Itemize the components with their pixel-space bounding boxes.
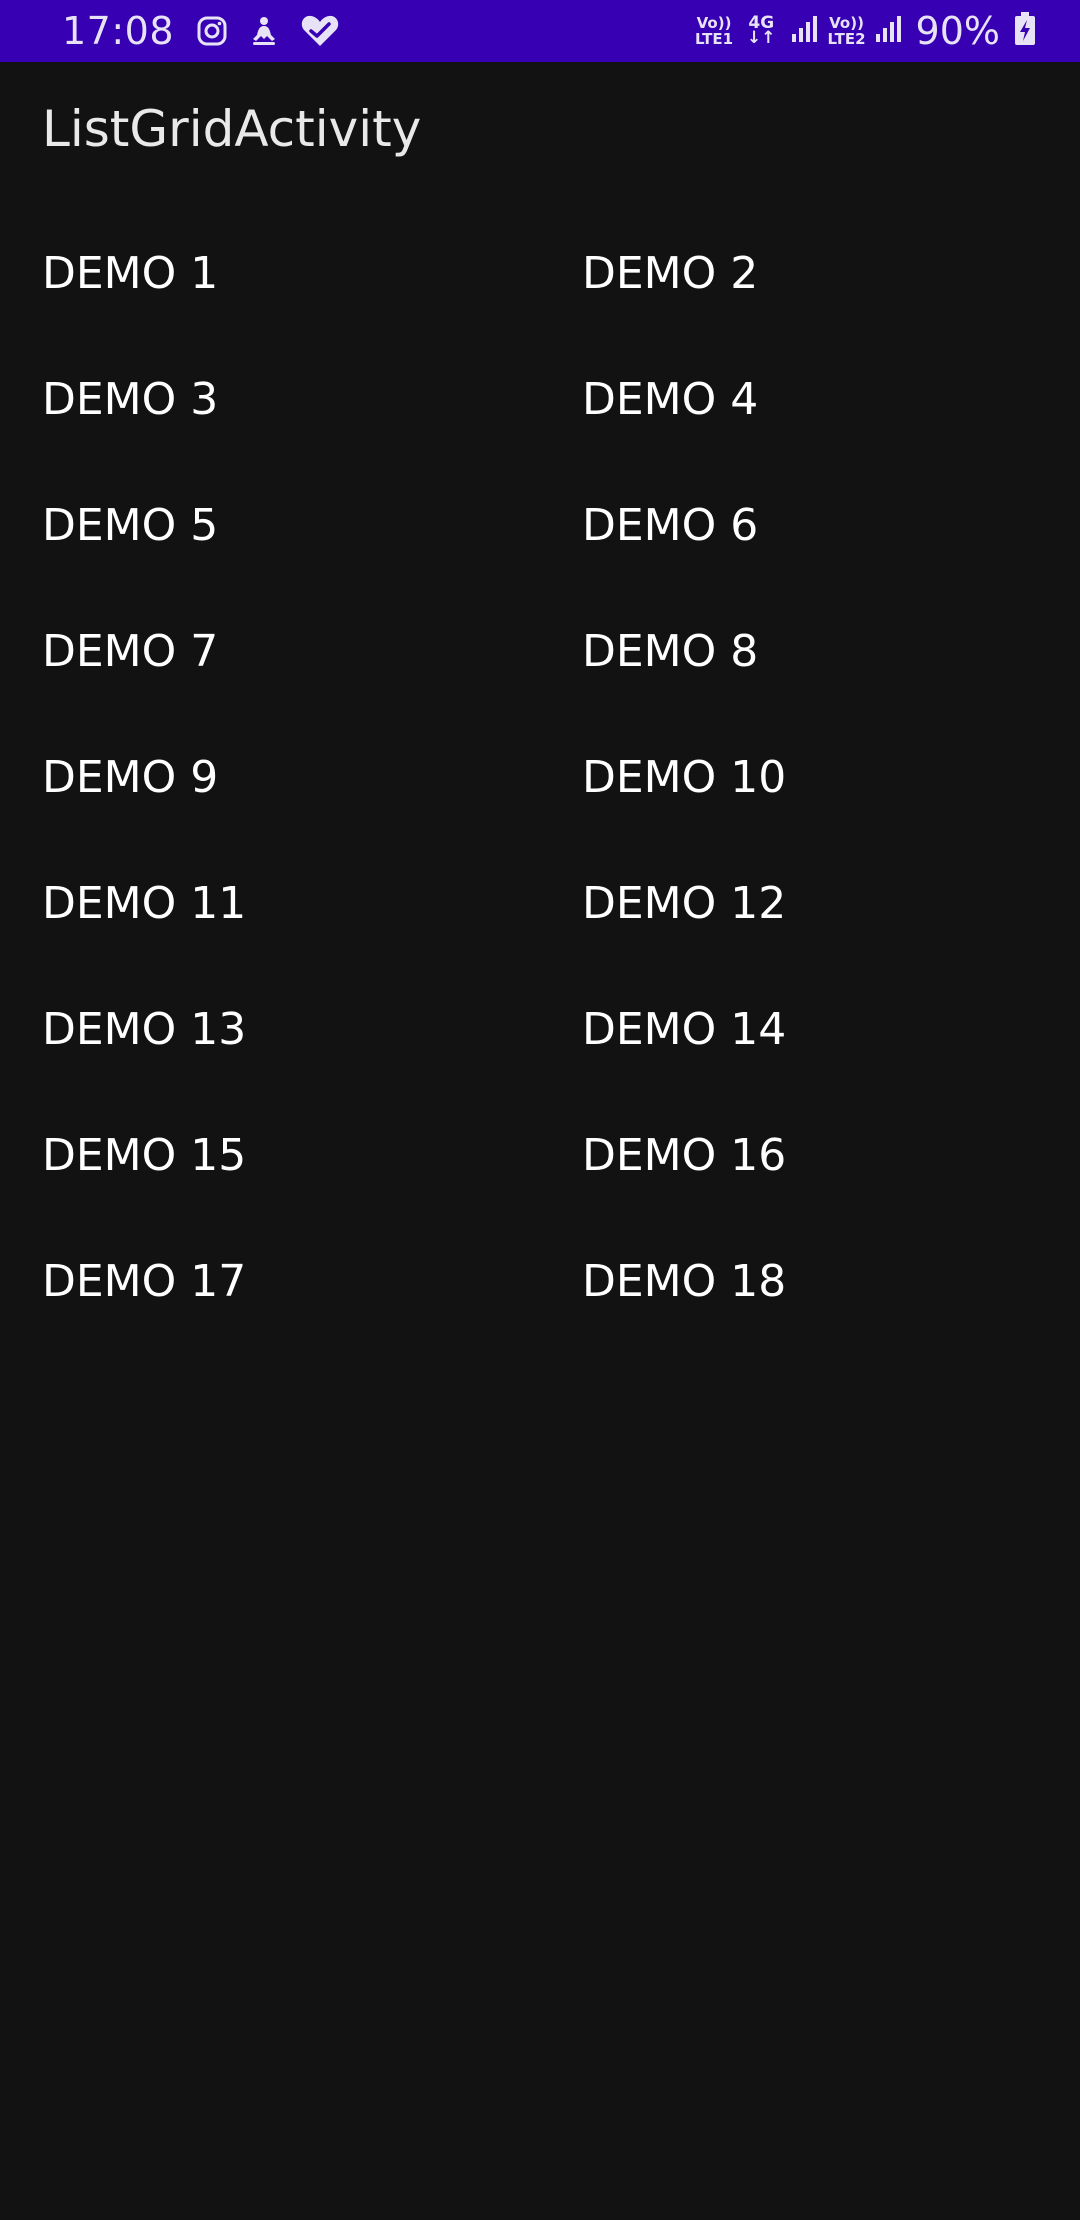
grid-item[interactable]: DEMO 4	[540, 336, 1080, 462]
signal-icon	[874, 14, 904, 48]
meditation-icon	[248, 15, 280, 47]
grid-item[interactable]: DEMO 3	[0, 336, 540, 462]
page-title: ListGridActivity	[42, 100, 422, 158]
grid-item[interactable]: DEMO 14	[540, 966, 1080, 1092]
system-status: Vo)) LTE1 4G ↓↑ Vo)) LTE2 90%	[695, 9, 1036, 53]
battery-percentage: 90%	[915, 9, 1000, 53]
demo-grid: DEMO 1 DEMO 2 DEMO 3 DEMO 4 DEMO 5 DEMO 6 DEMO…	[0, 210, 1080, 1344]
grid-item[interactable]: DEMO 8	[540, 588, 1080, 714]
status-bar: 17:08 Vo)) LTE1 4G ↓↑ Vo)) LTE2 90%	[0, 0, 1080, 62]
grid-item[interactable]: DEMO 2	[540, 210, 1080, 336]
grid-item[interactable]: DEMO 13	[0, 966, 540, 1092]
signal-icon	[790, 14, 820, 48]
battery-charging-icon	[1014, 12, 1036, 50]
grid-item[interactable]: DEMO 1	[0, 210, 540, 336]
sim1-volte-label: Vo)) LTE1	[695, 14, 734, 48]
status-time: 17:08	[62, 9, 175, 53]
grid-item[interactable]: DEMO 11	[0, 840, 540, 966]
grid-item[interactable]: DEMO 10	[540, 714, 1080, 840]
grid-item[interactable]: DEMO 16	[540, 1092, 1080, 1218]
grid-item[interactable]: DEMO 17	[0, 1218, 540, 1344]
grid-item[interactable]: DEMO 15	[0, 1092, 540, 1218]
grid-item[interactable]: DEMO 12	[540, 840, 1080, 966]
notification-icons	[196, 14, 340, 48]
grid-item[interactable]: DEMO 18	[540, 1218, 1080, 1344]
grid-item[interactable]: DEMO 6	[540, 462, 1080, 588]
grid-item[interactable]: DEMO 7	[0, 588, 540, 714]
sim2-volte-label: Vo)) LTE2	[827, 14, 866, 48]
grid-item[interactable]: DEMO 5	[0, 462, 540, 588]
network-type: 4G ↓↑	[747, 13, 776, 48]
grid-item[interactable]: DEMO 9	[0, 714, 540, 840]
instagram-icon	[196, 15, 228, 47]
health-heart-icon	[300, 14, 340, 48]
